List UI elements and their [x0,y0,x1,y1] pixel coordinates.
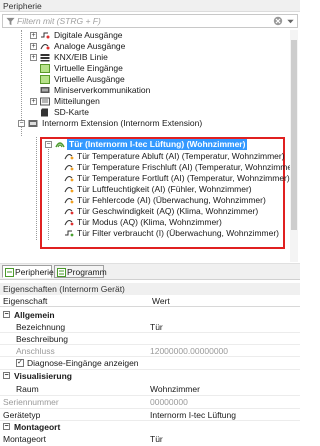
chevron-down-icon[interactable] [286,17,295,26]
properties-header: Eigenschaft Wert [0,295,300,307]
analog-input-icon [64,187,74,193]
filter-input[interactable] [17,15,257,27]
analog-output-icon [64,220,74,226]
analog-input-icon [64,165,74,171]
property-row[interactable]: Raum Wohnzimmer [0,383,300,395]
tab-programm[interactable]: Programm [54,265,107,278]
messages-icon [40,97,50,106]
column-header-value: Wert [152,296,170,306]
virtual-input-icon [40,64,50,73]
panel-title: Peripherie [0,0,300,12]
property-row[interactable]: Seriennummer 00000000 [0,396,300,408]
programm-icon [57,268,66,277]
network-icon [40,87,50,93]
tab-peripherie[interactable]: Peripherie [2,265,54,278]
collapse-icon[interactable]: − [3,311,10,318]
properties-title: Eigenschaften (Internorm Gerät) [0,283,300,295]
expand-icon[interactable]: + [30,43,37,50]
expand-icon[interactable]: + [30,32,37,39]
property-row-checkbox[interactable]: ✓ Diagnose-Eingänge anzeigen [0,357,300,369]
virtual-output-icon [40,75,50,84]
property-category-allgemein[interactable]: − Allgemein [0,309,300,321]
extension-icon [28,120,38,127]
property-category-montageort[interactable]: − Montageort [0,421,300,433]
vertical-scrollbar-thumb[interactable] [291,40,297,230]
knx-bus-icon [40,54,50,62]
filter-box[interactable] [2,14,298,28]
sd-card-icon [41,108,48,117]
analog-input-icon [64,154,74,160]
collapse-icon[interactable]: − [45,141,52,148]
ventilation-icon [55,142,65,148]
column-header-name: Eigenschaft [3,296,48,306]
filter-icon [6,17,15,26]
peripherie-icon [5,268,14,277]
analog-output-icon [40,44,50,50]
analog-output-icon [64,209,74,215]
diagnose-checkbox[interactable]: ✓ [16,359,24,367]
digital-input-icon [65,230,74,237]
tab-bar: Peripherie Programm [0,264,300,280]
property-row[interactable]: Montageort Tür [0,433,300,445]
collapse-icon[interactable]: − [18,120,25,127]
analog-input-icon [64,176,74,182]
analog-input-icon [64,198,74,204]
collapse-icon[interactable]: − [3,372,10,379]
collapse-icon[interactable]: − [3,423,10,430]
expand-icon[interactable]: + [30,98,37,105]
property-category-visualisierung[interactable]: − Visualisierung [0,370,300,382]
clear-filter-icon[interactable] [273,16,283,26]
digital-output-icon [41,32,50,39]
expand-icon[interactable]: + [30,54,37,61]
